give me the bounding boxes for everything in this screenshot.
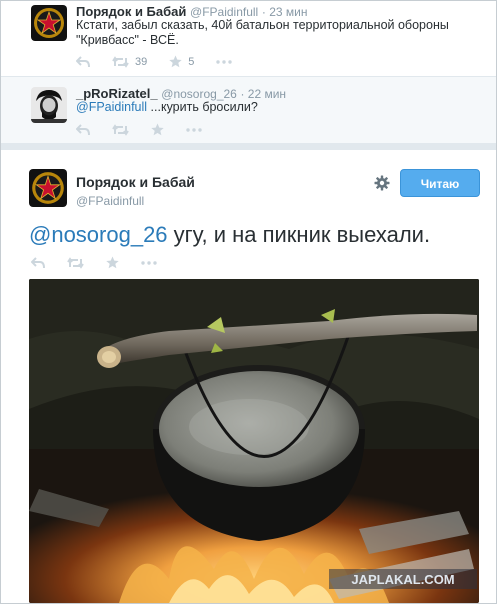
tweet-text-line: Кстати, забыл сказать, 40й батальон терр…	[76, 18, 449, 32]
reply-icon	[31, 256, 45, 268]
more-icon	[216, 59, 233, 64]
favorite-icon	[169, 55, 182, 68]
tweet-actions: 39 5	[76, 55, 254, 68]
tweet-2[interactable]: _pRoRizatel_ @nosorog_26 · 22 мин @FPaid…	[1, 77, 496, 144]
divider	[1, 144, 496, 150]
avatar[interactable]	[31, 87, 67, 123]
gear-icon	[374, 175, 390, 191]
reply-icon	[76, 55, 90, 67]
tweet-photo[interactable]: JAPLAKAL.COM	[29, 279, 479, 603]
retweet-count: 39	[135, 55, 148, 68]
tweet-time[interactable]: · 23 мин	[262, 5, 308, 19]
tweet-text-body: ...курить бросили?	[147, 100, 258, 114]
reply-button[interactable]	[76, 55, 90, 68]
tweet-actions	[31, 256, 179, 269]
tweet-text: @nosorog_26 угу, и на пикник выехали.	[29, 221, 430, 249]
more-icon	[141, 260, 157, 265]
tweet-3-expanded[interactable]: Порядок и Бабай @FPaidinfull Читаю @noso…	[1, 151, 496, 603]
retweet-icon	[67, 256, 84, 269]
mention-link[interactable]: @FPaidinfull	[76, 100, 147, 114]
author-name[interactable]: Порядок и Бабай	[76, 4, 186, 19]
favorite-button[interactable]: 5	[169, 55, 194, 68]
timeline: Порядок и Бабай @FPaidinfull · 23 мин Кс…	[0, 0, 497, 604]
tweet-actions	[76, 123, 224, 136]
author-name[interactable]: _pRoRizatel_	[76, 86, 158, 101]
author-handle[interactable]: @FPaidinfull	[190, 5, 258, 19]
tweet-text: @FPaidinfull ...курить бросили?	[76, 100, 258, 115]
tweet-time[interactable]: · 22 мин	[240, 87, 286, 101]
favorite-button[interactable]	[106, 256, 119, 269]
favorite-icon	[106, 256, 119, 269]
avatar[interactable]	[31, 5, 67, 41]
reply-button[interactable]	[76, 123, 90, 136]
more-button[interactable]	[141, 260, 157, 265]
tweet-text-line: "Кривбасс" - ВСЁ.	[76, 33, 179, 47]
favorite-button[interactable]	[151, 123, 164, 136]
retweet-icon	[112, 123, 129, 136]
retweet-button[interactable]: 39	[112, 56, 147, 68]
tweet-text-body: угу, и на пикник выехали.	[167, 222, 431, 247]
author-handle[interactable]: @FPaidinfull	[76, 194, 144, 208]
retweet-button[interactable]	[67, 256, 84, 269]
favorite-icon	[151, 123, 164, 136]
watermark: JAPLAKAL.COM	[351, 572, 454, 587]
following-button[interactable]: Читаю	[400, 169, 480, 197]
retweet-icon	[112, 55, 129, 68]
retweet-button[interactable]	[112, 123, 129, 136]
author-name[interactable]: Порядок и Бабай	[76, 174, 195, 190]
author-handle[interactable]: @nosorog_26	[161, 87, 237, 101]
favorite-count: 5	[188, 55, 195, 68]
tweet-1[interactable]: Порядок и Бабай @FPaidinfull · 23 мин Кс…	[1, 1, 496, 77]
more-icon	[186, 127, 202, 132]
campfire-pot-photo: JAPLAKAL.COM	[29, 279, 479, 603]
tweet-text: Кстати, забыл сказать, 40й батальон терр…	[76, 18, 476, 48]
reply-icon	[76, 123, 90, 135]
avatar[interactable]	[29, 169, 67, 207]
user-actions-button[interactable]	[374, 175, 390, 191]
more-button[interactable]	[186, 127, 202, 132]
more-button[interactable]	[216, 59, 233, 64]
mention-link[interactable]: @nosorog_26	[29, 222, 168, 247]
reply-button[interactable]	[31, 256, 45, 269]
